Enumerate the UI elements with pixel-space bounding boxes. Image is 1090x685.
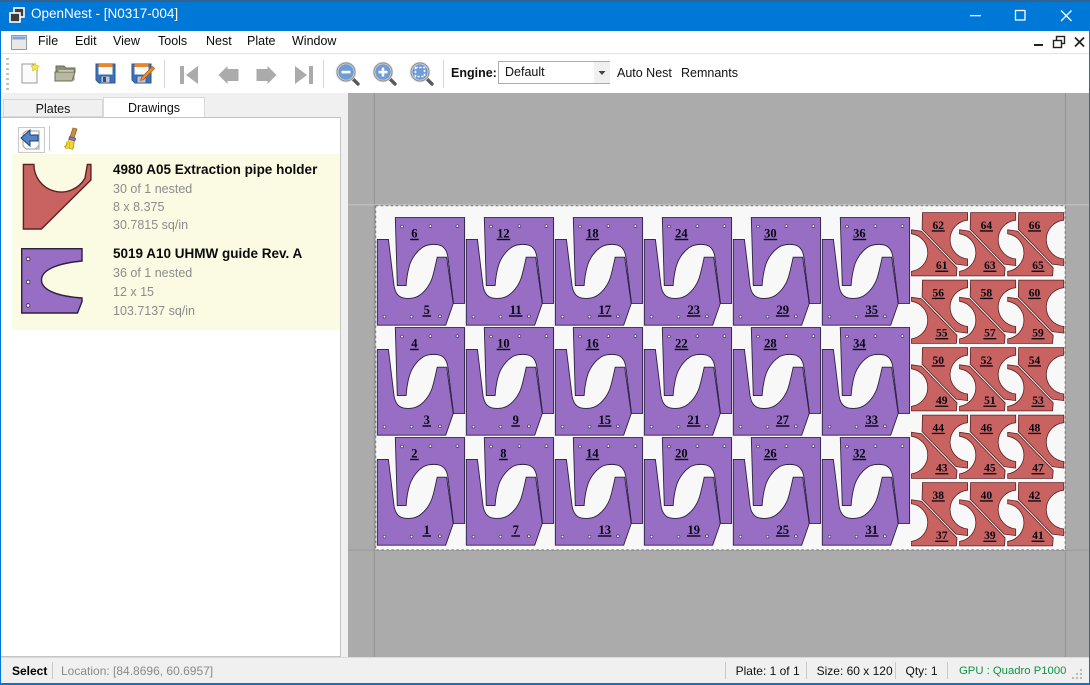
svg-text:55: 55	[936, 328, 948, 340]
svg-text:43: 43	[936, 463, 948, 475]
svg-text:51: 51	[984, 395, 996, 407]
svg-text:59: 59	[1032, 328, 1044, 340]
svg-text:4: 4	[411, 337, 418, 351]
svg-text:22: 22	[675, 337, 687, 351]
svg-text:46: 46	[980, 423, 992, 435]
svg-text:31: 31	[865, 523, 877, 537]
svg-text:19: 19	[687, 523, 699, 537]
svg-text:62: 62	[932, 220, 944, 232]
svg-text:16: 16	[586, 337, 598, 351]
svg-text:21: 21	[687, 413, 699, 427]
svg-text:47: 47	[1032, 463, 1044, 475]
svg-text:11: 11	[509, 303, 521, 317]
svg-text:26: 26	[764, 447, 776, 461]
svg-text:12: 12	[497, 227, 509, 241]
svg-text:24: 24	[675, 227, 688, 241]
svg-text:15: 15	[598, 413, 610, 427]
svg-text:54: 54	[1028, 355, 1040, 367]
svg-text:48: 48	[1028, 423, 1040, 435]
svg-text:17: 17	[598, 303, 610, 317]
svg-text:7: 7	[512, 523, 518, 537]
svg-text:29: 29	[776, 303, 788, 317]
svg-text:40: 40	[980, 490, 992, 502]
svg-text:10: 10	[497, 337, 509, 351]
svg-text:49: 49	[936, 395, 948, 407]
svg-text:1: 1	[423, 523, 429, 537]
svg-text:52: 52	[980, 355, 992, 367]
svg-text:20: 20	[675, 447, 687, 461]
svg-text:65: 65	[1032, 260, 1044, 272]
svg-text:28: 28	[764, 337, 776, 351]
svg-text:45: 45	[984, 463, 996, 475]
svg-text:60: 60	[1028, 288, 1040, 300]
svg-text:30: 30	[764, 227, 776, 241]
svg-text:32: 32	[853, 447, 865, 461]
svg-text:34: 34	[853, 337, 866, 351]
svg-text:44: 44	[932, 423, 944, 435]
svg-text:3: 3	[423, 413, 429, 427]
svg-text:56: 56	[932, 288, 944, 300]
svg-text:61: 61	[936, 260, 948, 272]
svg-text:35: 35	[865, 303, 877, 317]
svg-text:38: 38	[932, 490, 944, 502]
svg-text:18: 18	[586, 227, 598, 241]
svg-text:6: 6	[411, 227, 417, 241]
svg-text:64: 64	[980, 220, 992, 232]
svg-text:66: 66	[1028, 220, 1040, 232]
svg-text:36: 36	[853, 227, 865, 241]
svg-text:58: 58	[980, 288, 992, 300]
svg-text:53: 53	[1032, 395, 1044, 407]
svg-text:27: 27	[776, 413, 788, 427]
svg-text:39: 39	[984, 530, 996, 542]
svg-text:57: 57	[984, 328, 996, 340]
svg-text:8: 8	[500, 447, 506, 461]
svg-text:2: 2	[411, 447, 417, 461]
svg-text:63: 63	[984, 260, 996, 272]
svg-text:50: 50	[932, 355, 944, 367]
svg-text:23: 23	[687, 303, 699, 317]
svg-text:25: 25	[776, 523, 788, 537]
svg-text:5: 5	[423, 303, 429, 317]
svg-text:13: 13	[598, 523, 610, 537]
svg-text:9: 9	[512, 413, 518, 427]
svg-text:37: 37	[936, 530, 948, 542]
svg-text:41: 41	[1032, 530, 1044, 542]
svg-text:33: 33	[865, 413, 877, 427]
svg-text:14: 14	[586, 447, 599, 461]
svg-text:42: 42	[1028, 490, 1040, 502]
